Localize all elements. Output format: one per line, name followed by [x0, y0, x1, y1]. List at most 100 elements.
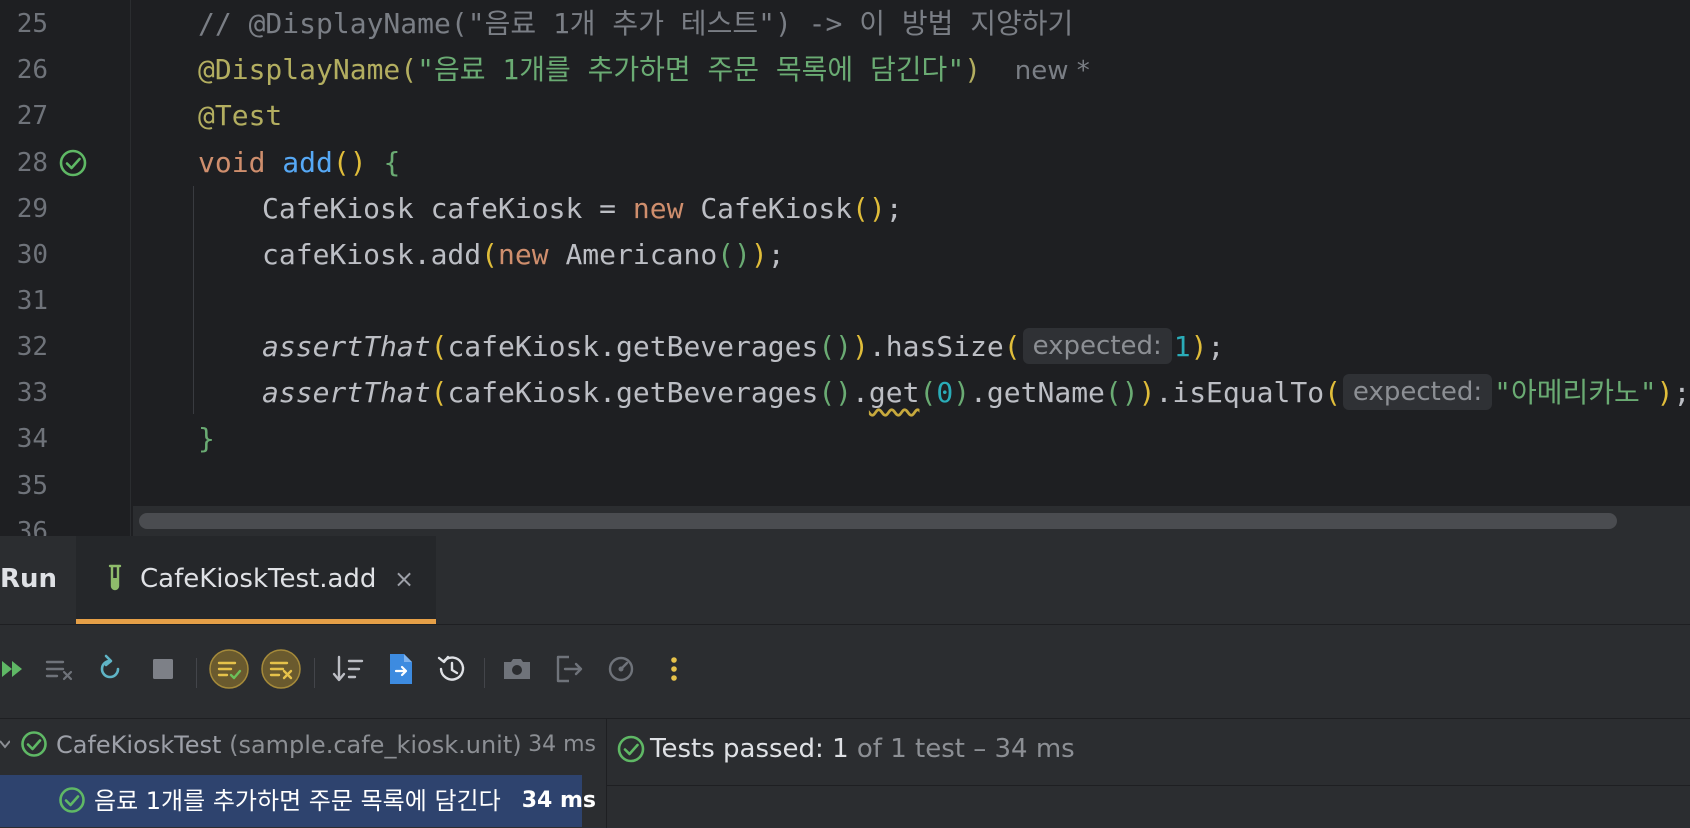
keyword-new: new: [498, 238, 549, 271]
keyword-new: new: [632, 192, 684, 225]
indent-guide: [193, 186, 194, 414]
gauge-icon: [608, 656, 634, 682]
annotation-displayname: @DisplayName(: [198, 53, 418, 86]
history-icon: [437, 655, 465, 681]
call-add: .add: [413, 238, 482, 271]
test-results-tree[interactable]: CafeKioskTest (sample.cafe_kiosk.unit) 3…: [0, 719, 607, 828]
call-isequalto: .isEqualTo: [1155, 376, 1325, 409]
constructor-americano: Americano: [565, 238, 718, 271]
call-assertthat: assertThat: [262, 376, 431, 409]
test-output-panel: Tests passed: 1 of 1 test – 34 ms: [607, 719, 1690, 828]
stop-icon: [153, 659, 173, 679]
camera-icon: [504, 659, 530, 679]
code-line: assertThat(cafeKiosk.getBeverages()).has…: [262, 328, 1225, 364]
test-tube-icon: [108, 564, 122, 591]
suite-name: CafeKioskTest: [56, 731, 222, 759]
summary-label: Tests passed:: [650, 734, 824, 764]
horizontal-scrollbar[interactable]: [133, 506, 1690, 536]
code-editor[interactable]: 25 26 27 28 29 30 31 32 33 34 35 36 // @…: [0, 0, 1690, 536]
annotation-test: @Test: [198, 99, 283, 132]
number-literal-one: 1: [1173, 330, 1191, 363]
stop-button[interactable]: [143, 649, 183, 689]
more-vertical-icon: [671, 657, 677, 681]
check-circle-icon: [21, 731, 47, 757]
test-duration: 34 ms: [521, 788, 596, 813]
fast-forward-icon: [2, 661, 22, 677]
code-area[interactable]: // @DisplayName("음료 1개 추가 테스트") -> 이 방법 …: [0, 0, 1690, 536]
code-line: assertThat(cafeKiosk.getBeverages().get(…: [262, 374, 1690, 410]
tab-cafekiosktest-add[interactable]: CafeKioskTest.add ×: [76, 536, 436, 624]
import-file-icon: [390, 654, 412, 684]
screenshot-button[interactable]: [497, 649, 537, 689]
number-literal-zero: 0: [936, 376, 954, 409]
rerun-failed-button[interactable]: [0, 649, 40, 689]
divider: [607, 785, 1690, 786]
rerun-icon: [100, 654, 120, 679]
run-toolbar: [0, 624, 1690, 719]
sort-button[interactable]: [328, 649, 368, 689]
sort-icon: [332, 655, 364, 682]
new-change-hint[interactable]: new *: [1015, 56, 1090, 86]
annotation-close: ): [964, 53, 982, 86]
show-ignored-toggle[interactable]: [261, 649, 301, 689]
close-icon[interactable]: ×: [394, 536, 414, 622]
code-line: // @DisplayName("음료 1개 추가 테스트") -> 이 방법 …: [198, 1, 1073, 47]
toolbar-separator: [314, 658, 315, 688]
tree-item-test[interactable]: 음료 1개를 추가하면 주문 목록에 담긴다 34 ms: [0, 775, 596, 827]
test-name: 음료 1개를 추가하면 주문 목록에 담긴다: [94, 787, 501, 815]
code-line: cafeKiosk.add(new Americano());: [262, 238, 785, 271]
tests-passed-summary: Tests passed: 1 of 1 test – 34 ms: [650, 719, 1075, 779]
run-tool-window: Run CafeKioskTest.add × CafeKioskTest (s…: [0, 536, 1690, 828]
summary-count: 1: [832, 734, 849, 764]
call-assertthat: assertThat: [262, 330, 431, 363]
code-line: @Test: [198, 93, 282, 139]
code-line: void add() {: [198, 146, 401, 179]
summary-rest: of 1 test – 34 ms: [856, 734, 1075, 764]
code-line: CafeKiosk cafeKiosk = new CafeKiosk();: [262, 192, 903, 225]
check-circle-icon: [617, 735, 645, 763]
suite-package: (sample.cafe_kiosk.unit): [229, 731, 522, 759]
semicolon: ;: [885, 192, 903, 225]
string-literal-americano: "아메리카노": [1494, 376, 1657, 409]
variable-cafekiosk: cafeKiosk: [430, 192, 583, 225]
variable-cafekiosk: cafeKiosk: [447, 376, 600, 409]
variable-cafekiosk: cafeKiosk: [262, 238, 414, 271]
toolbar-separator: [484, 658, 485, 688]
code-line: @DisplayName("음료 1개를 추가하면 주문 목록에 담긴다") n…: [198, 47, 1090, 93]
call-get-warning[interactable]: get: [869, 376, 920, 409]
chevron-down-icon[interactable]: [0, 737, 10, 753]
test-history-button[interactable]: [432, 649, 472, 689]
show-passed-toggle[interactable]: [209, 649, 249, 689]
show-passed-icon: [209, 649, 249, 689]
call-getbeverages: .getBeverages: [599, 376, 819, 409]
constructor-cafekiosk: CafeKiosk: [700, 192, 853, 225]
ide-window: 25 26 27 28 29 30 31 32 33 34 35 36 // @…: [0, 0, 1690, 828]
semicolon: ;: [1673, 376, 1690, 409]
tab-label: CafeKioskTest.add: [140, 564, 377, 594]
variable-cafekiosk: cafeKiosk: [447, 330, 600, 363]
assign-operator: =: [582, 192, 633, 225]
semicolon: ;: [767, 238, 785, 271]
call-getname: .getName: [970, 376, 1105, 409]
run-tabs-bar: Run CafeKioskTest.add ×: [0, 536, 1690, 625]
semicolon: ;: [1207, 330, 1225, 363]
check-circle-icon: [59, 787, 85, 813]
show-ignored-icon: [261, 649, 301, 689]
import-tests-button[interactable]: [380, 649, 420, 689]
coverage-button[interactable]: [601, 649, 641, 689]
scrollbar-thumb[interactable]: [139, 513, 1617, 529]
parameter-hint-expected: expected:: [1342, 374, 1493, 410]
suite-duration: 34 ms: [528, 732, 596, 757]
more-options-button[interactable]: [654, 649, 694, 689]
rerun-button[interactable]: [90, 649, 130, 689]
toggle-tests-button[interactable]: [40, 649, 80, 689]
export-button[interactable]: [549, 649, 589, 689]
call-getbeverages: .getBeverages: [599, 330, 819, 363]
list-clear-icon: [45, 660, 73, 681]
call-hassize: .hasSize: [868, 330, 1004, 363]
display-name-string: "음료 1개를 추가하면 주문 목록에 담긴다": [417, 53, 965, 86]
toolbar-separator: [196, 658, 197, 688]
tree-item-suite[interactable]: CafeKioskTest (sample.cafe_kiosk.unit) 3…: [0, 719, 606, 771]
run-window-title: Run: [0, 564, 58, 594]
closing-brace: }: [198, 422, 215, 455]
